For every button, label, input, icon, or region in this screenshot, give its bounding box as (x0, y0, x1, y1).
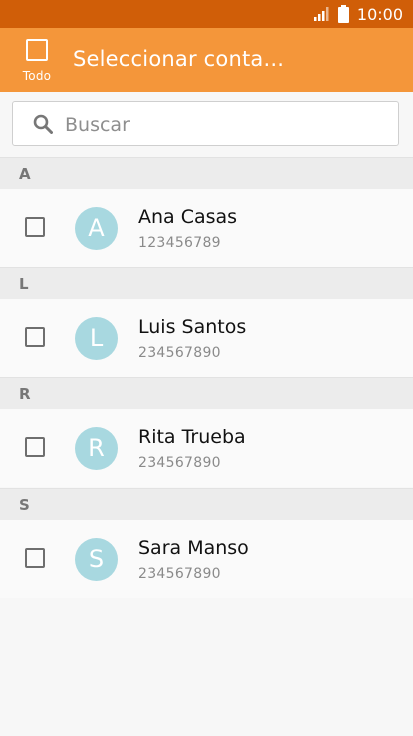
contact-row[interactable]: R Rita Trueba 234567890 (0, 409, 413, 487)
search-input[interactable] (63, 102, 387, 147)
battery-icon (337, 5, 349, 23)
contact-row[interactable]: A Ana Casas 123456789 (0, 189, 413, 267)
clock: 10:00 (356, 4, 403, 24)
section-header-l: L (0, 267, 413, 299)
avatar: L (75, 317, 118, 360)
status-bar: 10:00 (0, 0, 413, 28)
app-bar: Todo Seleccionar conta... (0, 28, 413, 92)
signal-icon (313, 7, 330, 21)
contact-name: Rita Trueba (138, 426, 246, 448)
contact-row[interactable]: L Luis Santos 234567890 (0, 299, 413, 377)
avatar: S (75, 538, 118, 581)
contact-phone: 123456789 (138, 235, 221, 251)
contact-name: Luis Santos (138, 316, 247, 338)
search-box[interactable] (12, 101, 399, 147)
contact-checkbox[interactable] (25, 327, 45, 347)
contact-phone: 234567890 (138, 345, 221, 361)
avatar: R (75, 427, 118, 470)
select-all-button[interactable]: Todo (22, 39, 52, 83)
select-all-checkbox[interactable] (26, 39, 48, 61)
section-letter: L (19, 275, 29, 293)
section-letter: A (19, 165, 31, 183)
contact-name: Sara Manso (138, 537, 249, 559)
contact-name: Ana Casas (138, 206, 238, 228)
select-all-label: Todo (22, 69, 52, 83)
contact-checkbox[interactable] (25, 437, 45, 457)
section-letter: S (19, 496, 30, 514)
contact-phone: 234567890 (138, 566, 221, 582)
search-icon (33, 114, 53, 138)
section-letter: R (19, 385, 31, 403)
contact-phone: 234567890 (138, 455, 221, 471)
section-header-a: A (0, 157, 413, 189)
section-header-s: S (0, 488, 413, 520)
avatar: A (75, 207, 118, 250)
contact-row[interactable]: S Sara Manso 234567890 (0, 520, 413, 598)
contact-checkbox[interactable] (25, 217, 45, 237)
page-title: Seleccionar conta... (73, 47, 285, 71)
section-header-r: R (0, 377, 413, 409)
contact-checkbox[interactable] (25, 548, 45, 568)
